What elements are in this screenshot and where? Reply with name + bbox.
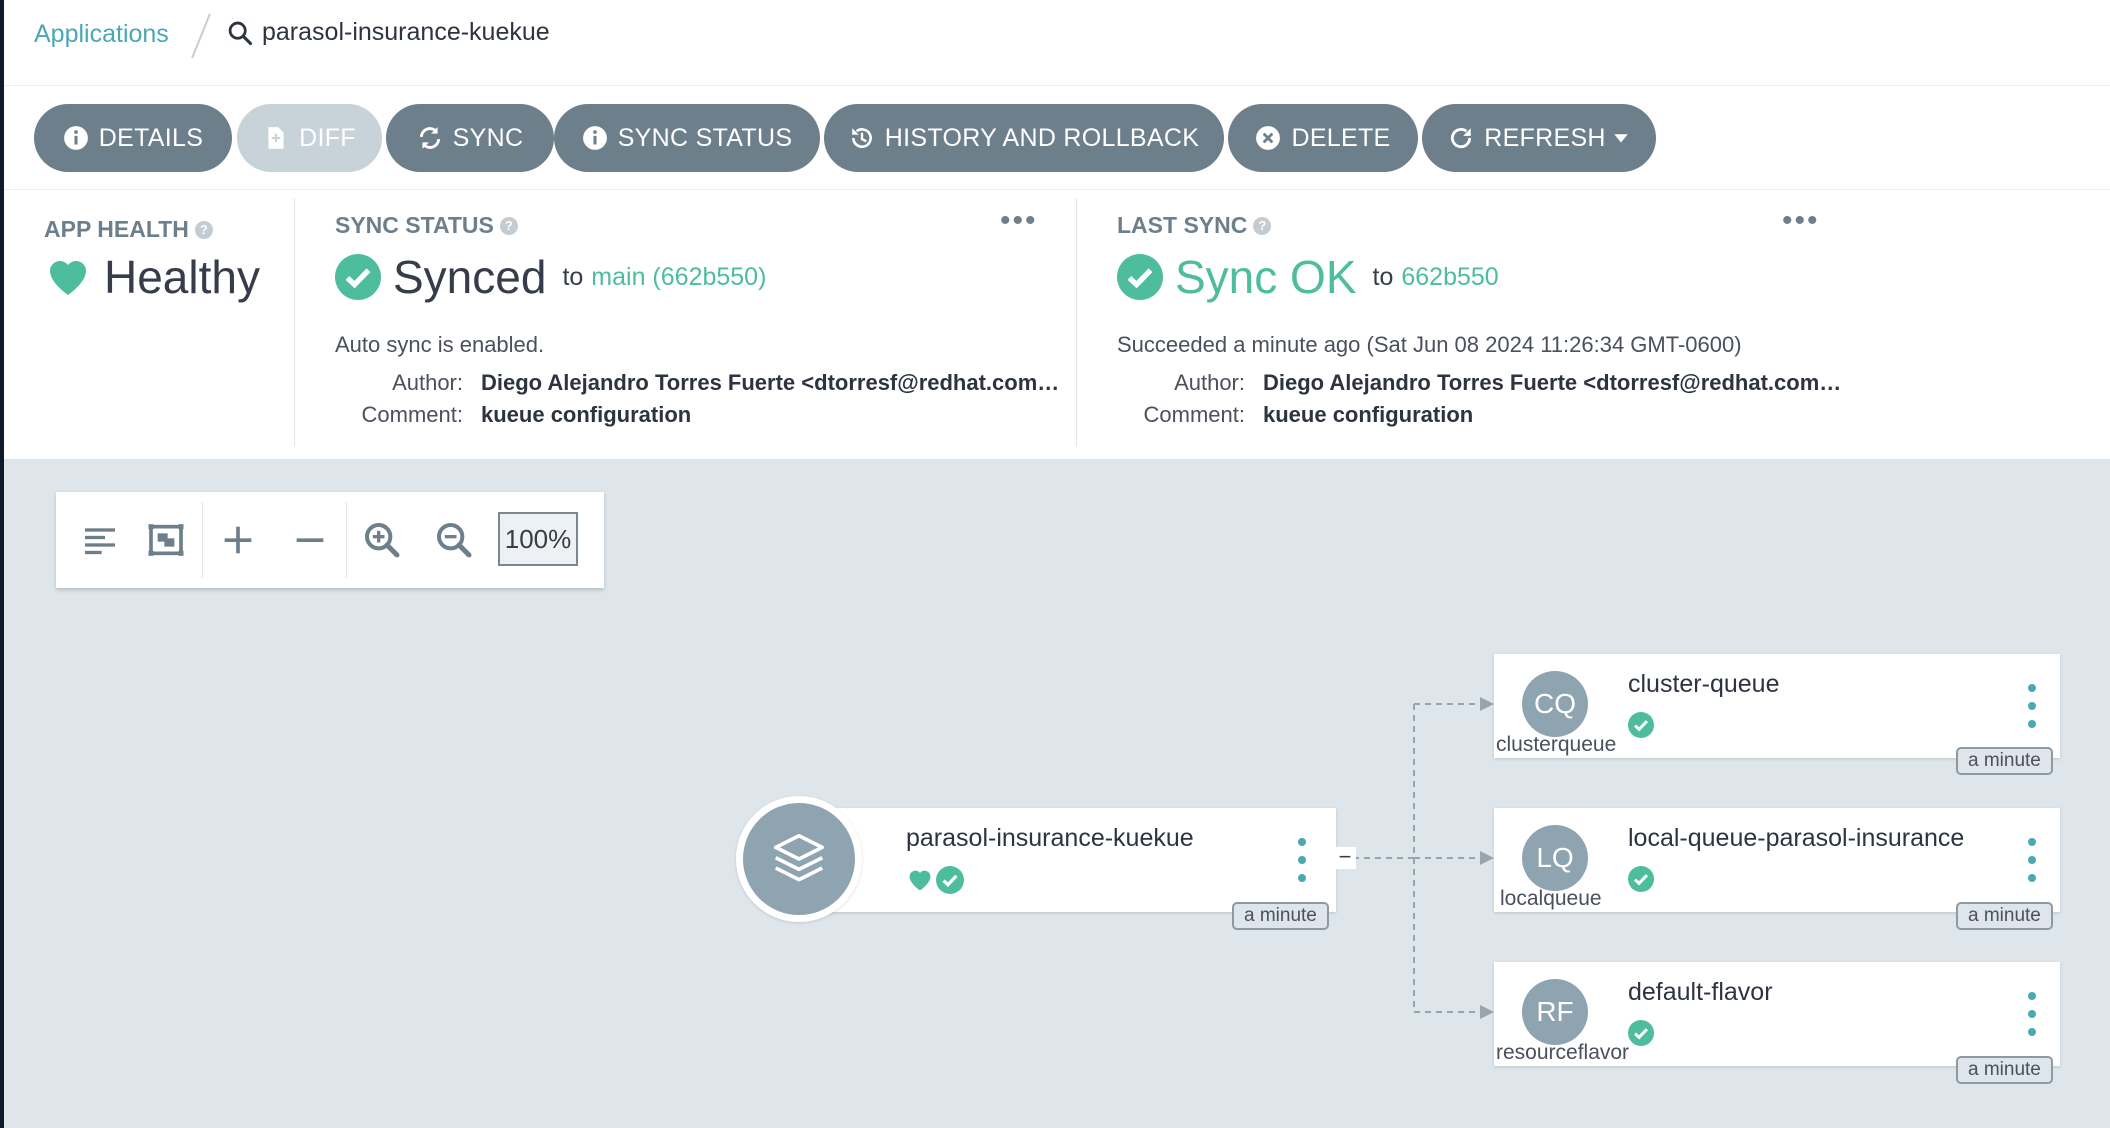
- history-rollback-button[interactable]: HISTORY AND ROLLBACK: [824, 104, 1224, 172]
- last-sync-value: Sync OK to 662b550: [1117, 250, 1499, 304]
- details-button[interactable]: DETAILS: [34, 104, 232, 172]
- app-name-title: parasol-insurance-kuekue: [262, 18, 550, 46]
- sync-revision-link[interactable]: main (662b550): [591, 263, 766, 292]
- resource-node-name: default-flavor: [1628, 978, 1773, 1006]
- sync-icon: [419, 127, 440, 149]
- heart-icon: [50, 261, 86, 295]
- diff-button[interactable]: DIFF: [237, 104, 382, 172]
- breadcrumb-separator: [191, 13, 211, 59]
- last-sync-succeeded-text: Succeeded a minute ago (Sat Jun 08 2024 …: [1117, 332, 1742, 357]
- caret-down-icon: [1614, 134, 1628, 143]
- resource-node-name: cluster-queue: [1628, 670, 1780, 698]
- last-sync-section-label: LAST SYNC: [1117, 212, 1248, 238]
- check-circle-icon: [1628, 712, 1654, 738]
- heart-icon: [909, 870, 931, 891]
- sync-status-text: Synced: [393, 251, 547, 303]
- app-node-menu-icon[interactable]: [1296, 838, 1308, 882]
- app-health-text: Healthy: [104, 251, 260, 303]
- divider: [294, 198, 295, 446]
- resource-kind-icon: CQ: [1522, 671, 1588, 737]
- check-circle-icon: [335, 254, 381, 300]
- app-health-value: Healthy: [44, 250, 260, 304]
- info-icon: [582, 126, 607, 150]
- resource-kind-icon: RF: [1522, 979, 1588, 1045]
- comment-value: kueue configuration: [1263, 402, 1474, 427]
- app-node-name: parasol-insurance-kuekue: [906, 824, 1194, 852]
- resource-kind-label: clusterqueue: [1496, 733, 1617, 756]
- sync-label: SYNC: [452, 123, 524, 152]
- comment-label: Comment:: [361, 402, 463, 427]
- close-circle-icon: [1256, 126, 1281, 150]
- help-icon[interactable]: ?: [1253, 216, 1272, 235]
- history-icon: [851, 128, 872, 149]
- layers-icon: [773, 833, 825, 882]
- last-sync-more-icon[interactable]: •••: [1782, 204, 1820, 238]
- resource-tree-canvas[interactable]: 100% parasol-insurance-kuekue a minute −…: [4, 460, 2110, 1128]
- diff-label: DIFF: [299, 123, 356, 152]
- resource-node-menu-icon[interactable]: [2026, 992, 2038, 1036]
- delete-button[interactable]: DELETE: [1228, 104, 1418, 172]
- resource-kind-label: resourceflavor: [1496, 1041, 1630, 1064]
- sync-status-button[interactable]: SYNC STATUS: [554, 104, 820, 172]
- refresh-button[interactable]: REFRESH: [1422, 104, 1656, 172]
- resource-kind-label: localqueue: [1500, 887, 1602, 910]
- app-health-label: APP HEALTH: [44, 216, 189, 242]
- sync-status-more-icon[interactable]: •••: [1000, 204, 1038, 238]
- author-value: Diego Alejandro Torres Fuerte <dtorresf@…: [1263, 370, 1842, 395]
- breadcrumb-applications-link[interactable]: Applications: [34, 20, 169, 49]
- last-sync-heading: LAST SYNC ?: [1117, 212, 1272, 239]
- resource-kind-icon: LQ: [1522, 825, 1588, 891]
- last-sync-revision-link[interactable]: 662b550: [1401, 263, 1498, 292]
- check-circle-icon: [936, 866, 964, 894]
- resource-age-badge: a minute: [1956, 747, 2053, 775]
- sync-status-heading: SYNC STATUS ?: [335, 212, 518, 239]
- delete-label: DELETE: [1291, 123, 1391, 152]
- resource-age-badge: a minute: [1956, 902, 2053, 930]
- details-label: DETAILS: [98, 123, 204, 152]
- refresh-icon: [1451, 128, 1472, 149]
- help-icon[interactable]: ?: [194, 220, 213, 239]
- comment-label: Comment:: [1143, 402, 1245, 427]
- auto-sync-text: Auto sync is enabled.: [335, 332, 545, 357]
- resource-age-badge: a minute: [1956, 1056, 2053, 1084]
- file-diff-icon: [268, 127, 284, 149]
- check-circle-icon: [1117, 254, 1163, 300]
- last-sync-to-label: to: [1372, 262, 1394, 291]
- info-icon: [63, 126, 88, 150]
- app-node-icon[interactable]: [736, 796, 862, 922]
- collapse-children-toggle[interactable]: −: [1334, 846, 1356, 869]
- author-label: Author:: [392, 370, 463, 395]
- check-circle-icon: [1628, 1020, 1654, 1046]
- comment-value: kueue configuration: [481, 402, 692, 427]
- top-bar: Applications parasol-insurance-kuekue: [4, 0, 2110, 86]
- sync-to-label: to: [562, 262, 584, 291]
- sync-status-value: Synced to main (662b550): [335, 250, 766, 304]
- app-node[interactable]: parasol-insurance-kuekue: [798, 808, 1336, 912]
- app-node-age-badge: a minute: [1232, 902, 1329, 930]
- action-toolbar: DETAILS DIFF SYNC SYNC STATUS HISTORY AN…: [4, 86, 2110, 190]
- refresh-label: REFRESH: [1484, 123, 1606, 152]
- divider: [1076, 198, 1077, 446]
- breadcrumb-current[interactable]: parasol-insurance-kuekue: [226, 18, 550, 47]
- search-icon: [228, 21, 253, 45]
- help-icon[interactable]: ?: [499, 216, 518, 235]
- last-sync-text: Sync OK: [1175, 251, 1357, 303]
- history-label: HISTORY AND ROLLBACK: [884, 123, 1200, 152]
- sync-status-section-label: SYNC STATUS: [335, 212, 494, 238]
- author-value: Diego Alejandro Torres Fuerte <dtorresf@…: [481, 370, 1060, 395]
- resource-node-name: local-queue-parasol-insurance: [1628, 824, 1965, 852]
- sync-button[interactable]: SYNC: [386, 104, 554, 172]
- resource-node-menu-icon[interactable]: [2026, 684, 2038, 728]
- sync-status-label: SYNC STATUS: [617, 123, 793, 152]
- resource-node-menu-icon[interactable]: [2026, 838, 2038, 882]
- app-health-heading: APP HEALTH ?: [44, 216, 213, 243]
- status-panel: APP HEALTH ? Healthy SYNC STATUS ? ••• S…: [4, 190, 2110, 460]
- check-circle-icon: [1628, 866, 1654, 892]
- author-label: Author:: [1174, 370, 1245, 395]
